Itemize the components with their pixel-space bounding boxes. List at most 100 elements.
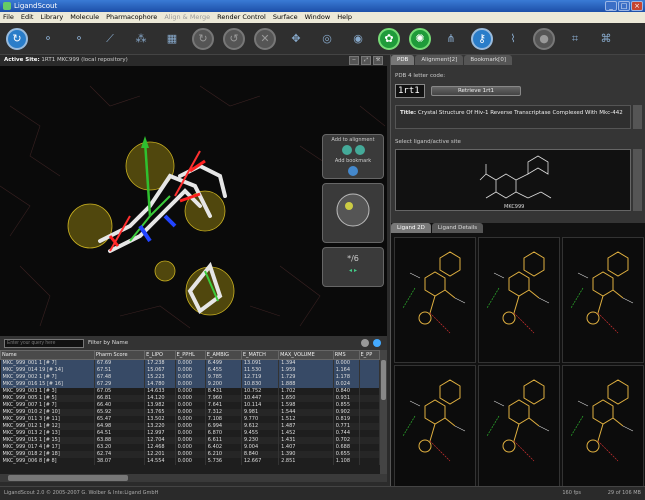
- target-icon-2[interactable]: ◉: [347, 28, 369, 50]
- table-row[interactable]: MKC_999_007 1 [# 7] 66.40 13.982 0.000 7.641…: [0, 401, 380, 409]
- expand-icon[interactable]: ⤢: [361, 56, 371, 65]
- table-cell: MKC_999_001 1 [# 7]: [0, 359, 95, 367]
- maximize-button[interactable]: □: [618, 1, 630, 11]
- column-header[interactable]: Name: [0, 350, 95, 360]
- column-header[interactable]: Pharm Score: [93, 350, 146, 360]
- menu-render-control[interactable]: Render Control: [217, 12, 266, 23]
- close-button[interactable]: ×: [631, 1, 643, 11]
- dna-icon[interactable]: ⌇: [502, 28, 524, 50]
- menu-molecule[interactable]: Molecule: [70, 12, 99, 23]
- results-table[interactable]: Name Pharm Score E_LIPO E_PPHL E_AMBIG E_MATC…: [0, 350, 380, 474]
- menu-help[interactable]: Help: [337, 12, 352, 23]
- ligand-2d-cell[interactable]: [394, 365, 476, 491]
- tab-ligand-2d[interactable]: Ligand 2D: [391, 223, 431, 233]
- back-arrow-icon[interactable]: ↻: [6, 27, 28, 50]
- tools-icon[interactable]: ⚒: [373, 56, 383, 65]
- menu-file[interactable]: File: [3, 12, 14, 23]
- network-icon[interactable]: ⋔: [440, 28, 462, 50]
- column-header[interactable]: MAX_VOLUME: [278, 350, 334, 360]
- table-cell: MKC_999_016 15 [# 16]: [0, 380, 95, 388]
- ligand-2d-cell[interactable]: [478, 365, 560, 491]
- minimize-button[interactable]: _: [605, 1, 617, 11]
- rotate-icon-2[interactable]: ↺: [223, 27, 245, 50]
- ligand-structure-box[interactable]: MKC999: [395, 149, 631, 211]
- table-cell: 38.07: [94, 457, 146, 465]
- molecule-3d-viewer[interactable]: Add to alignment Add bookmark */6 ◂ ▸: [0, 66, 387, 336]
- search-input[interactable]: [4, 338, 84, 348]
- menu-surface[interactable]: Surface: [273, 12, 298, 23]
- target-icon[interactable]: ◎: [316, 28, 338, 50]
- minus-icon[interactable]: −: [349, 56, 359, 65]
- bookmark-icon[interactable]: [348, 166, 358, 176]
- table-row[interactable]: MKC_999_005 1 [# 5] 66.81 14.120 0.000 7.960…: [0, 394, 380, 402]
- pdb-code-input[interactable]: 1rt1: [395, 84, 425, 98]
- table-row[interactable]: MKC_999_002 1 [# 7] 67.48 15.223 0.000 9.785…: [0, 373, 380, 381]
- ligand-scrollbar[interactable]: [633, 149, 642, 211]
- table-row[interactable]: MKC_999_014 19 [# 14] 67.51 15.067 0.000 6.4…: [0, 366, 380, 374]
- molecule-icon[interactable]: ⚬: [37, 28, 59, 50]
- molecule-icon-2[interactable]: ⚬: [68, 28, 90, 50]
- menu-align-merge[interactable]: Align & Merge: [164, 12, 210, 23]
- title-scrollbar[interactable]: [633, 105, 642, 129]
- table-cell: 1.178: [333, 373, 360, 381]
- move-icon[interactable]: ✥: [285, 28, 307, 50]
- tab-ligand-details[interactable]: Ligand Details: [431, 223, 484, 233]
- protein-thumbnail[interactable]: [322, 183, 384, 243]
- table-row[interactable]: MKC_999_010 2 [# 10] 65.92 13.765 0.000 7.31…: [0, 408, 380, 416]
- disabled-icon[interactable]: ●: [533, 27, 555, 50]
- menu-library[interactable]: Library: [40, 12, 63, 23]
- table-row[interactable]: MKC_999_006 8 [# 8] 38.07 14.554 0.000 5.736…: [0, 457, 380, 465]
- column-header[interactable]: E_AMBIG: [204, 350, 242, 360]
- table-vertical-scrollbar[interactable]: [380, 350, 387, 474]
- column-header[interactable]: E_PP: [358, 350, 380, 360]
- column-header[interactable]: E_PPHL: [174, 350, 206, 360]
- column-header[interactable]: RMS: [332, 350, 360, 360]
- retrieve-button[interactable]: Retrieve 1rt1: [431, 86, 521, 96]
- table-row[interactable]: MKC_999_001 1 [# 7] 67.69 17.238 0.000 6.499…: [0, 359, 380, 367]
- table-row[interactable]: MKC_999_013 2 [# 13] 64.51 12.997 0.000 6.87…: [0, 429, 380, 437]
- table-row[interactable]: MKC_999_015 1 [# 15] 63.88 12.704 0.000 6.61…: [0, 436, 380, 444]
- ligand-2d-cell[interactable]: [562, 237, 644, 363]
- flower-icon[interactable]: ✿: [378, 27, 400, 50]
- settings-icon[interactable]: [361, 339, 369, 347]
- title-label: Title:: [400, 110, 417, 116]
- ligand-2d-cell[interactable]: [562, 365, 644, 491]
- sun-icon[interactable]: ✺: [409, 27, 431, 50]
- tab-alignment-2-[interactable]: Alignment[2]: [415, 55, 464, 65]
- menu-window[interactable]: Window: [305, 12, 331, 23]
- table-cell: 9.612: [241, 422, 280, 430]
- bond-icon[interactable]: ⟋: [99, 28, 121, 50]
- cancel-icon[interactable]: ✕: [254, 27, 276, 50]
- layer-icon[interactable]: ▦: [161, 28, 183, 50]
- tab-bookmark-0-[interactable]: Bookmark[0]: [464, 55, 512, 65]
- table-cell: 1.431: [278, 436, 334, 444]
- table-row[interactable]: MKC_999_012 1 [# 12] 64.98 13.220 0.000 6.99…: [0, 422, 380, 430]
- table-row[interactable]: MKC_999_011 3 [# 11] 65.47 13.502 0.000 7.10…: [0, 415, 380, 423]
- merge-icon[interactable]: ⌘: [595, 28, 617, 50]
- column-header[interactable]: E_LIPO: [144, 350, 176, 360]
- prev-icon[interactable]: ◂: [349, 267, 352, 274]
- ligand-2d-cell[interactable]: [394, 237, 476, 363]
- menu-bar: File Edit Library Molecule Pharmacophore Alig…: [0, 12, 645, 23]
- table-cell: [359, 415, 380, 423]
- key-icon[interactable]: ⚷: [471, 27, 493, 50]
- column-header[interactable]: E_MATCH: [240, 350, 280, 360]
- table-cell: [359, 380, 380, 388]
- menu-edit[interactable]: Edit: [21, 12, 34, 23]
- menu-pharmacophore[interactable]: Pharmacophore: [106, 12, 157, 23]
- table-cell: 0.000: [175, 401, 206, 409]
- table-horizontal-scrollbar[interactable]: [0, 474, 387, 482]
- next-icon[interactable]: ▸: [354, 267, 357, 274]
- pharmacophore-icon[interactable]: ⁂: [130, 28, 152, 50]
- align-add-icon-2[interactable]: [354, 145, 365, 155]
- table-row[interactable]: MKC_999_018 2 [# 18] 62.74 12.201 0.000 6.21…: [0, 450, 380, 458]
- export-icon[interactable]: [373, 339, 381, 347]
- ligand-2d-cell[interactable]: [478, 237, 560, 363]
- rotate-icon[interactable]: ↻: [192, 27, 214, 50]
- table-row[interactable]: MKC_999_017 4 [# 17] 63.20 12.468 0.000 6.40…: [0, 443, 380, 451]
- align-icon[interactable]: ⌗: [564, 28, 586, 50]
- align-add-icon[interactable]: [341, 145, 352, 155]
- table-row[interactable]: MKC_999_003 1 [# 3] 67.05 14.633 0.000 8.431…: [0, 387, 380, 395]
- table-row[interactable]: MKC_999_016 15 [# 16] 67.29 14.780 0.000 9.2…: [0, 380, 380, 388]
- tab-pdb[interactable]: PDB: [391, 55, 415, 65]
